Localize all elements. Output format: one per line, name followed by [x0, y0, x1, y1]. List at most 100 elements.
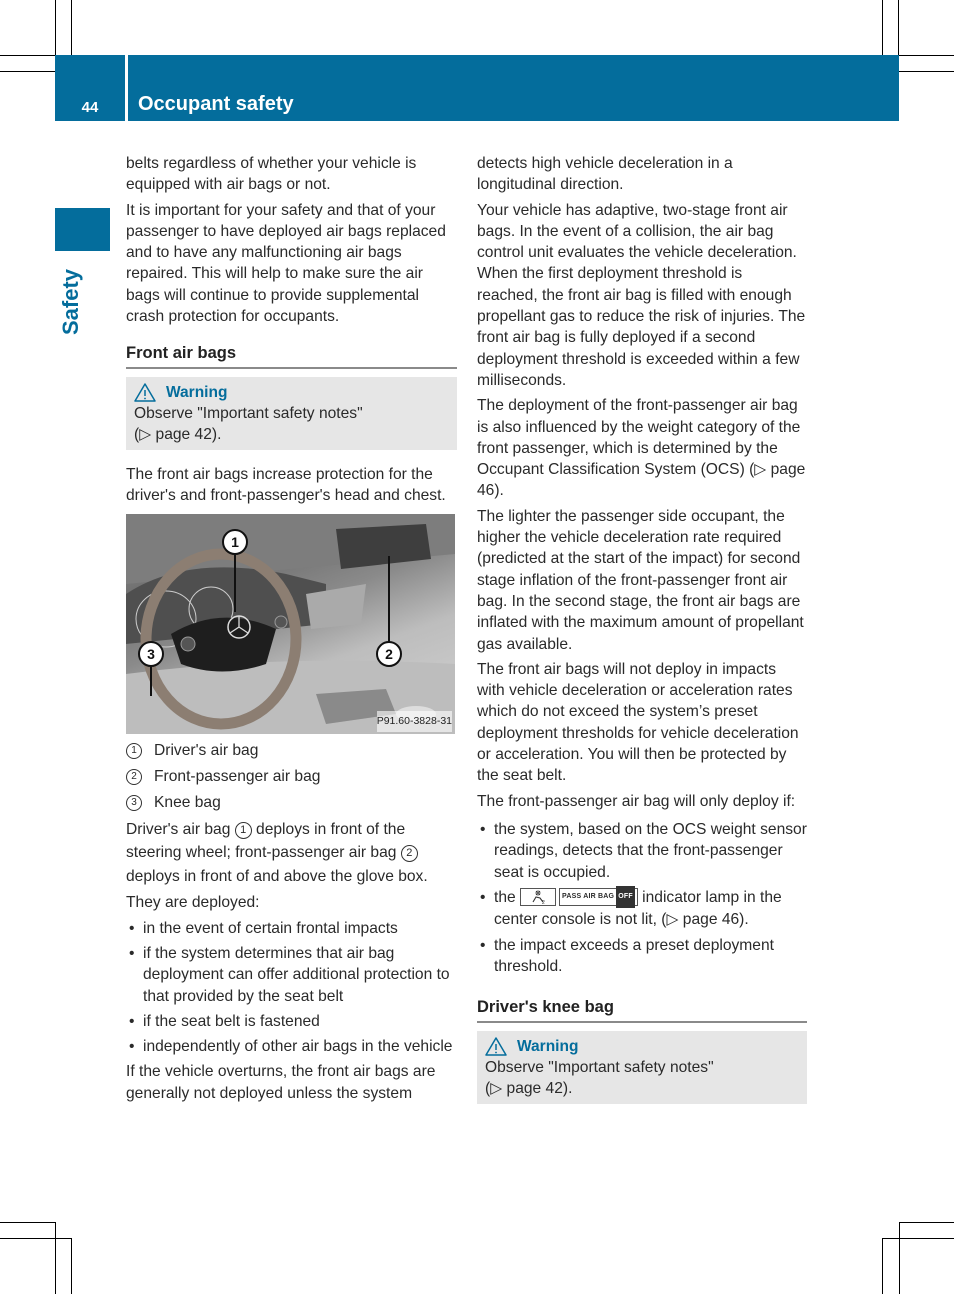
bullet: •: [129, 1038, 135, 1056]
crop-mark: [0, 71, 55, 72]
list-item-text: independently of other air bags in the v…: [143, 1038, 453, 1056]
figure-code: P91.60-3828-31: [376, 710, 452, 733]
callout-leader-line: [150, 666, 152, 697]
crop-mark: [0, 55, 55, 56]
paragraph: belts regardless of whether your vehicle…: [126, 155, 417, 194]
text: Driver's air bag: [126, 820, 235, 838]
callout-leader-line: [234, 552, 236, 613]
bullet-list: • in the event of certain frontal impacts…: [126, 918, 457, 1058]
legend-label: Driver's air bag: [154, 742, 259, 760]
legend-number: 3: [126, 794, 142, 811]
page-reference-link[interactable]: (▷ page 42).: [134, 424, 449, 445]
list-item: • the impact exceeds a preset deployment …: [477, 935, 807, 978]
warning-header: Warning: [485, 1036, 799, 1057]
warning-title: Warning: [517, 1037, 579, 1055]
page-title: Occupant safety: [138, 93, 294, 115]
callout-3: 3: [138, 641, 164, 668]
reference-number: 1: [234, 821, 252, 839]
passenger-airbag-off-icon: 2: [520, 887, 557, 906]
crop-mark: [899, 1222, 900, 1294]
warning-triangle-icon: [134, 383, 156, 402]
page-header: 44 Occupant safety: [55, 55, 899, 121]
pass-air-bag-label: PASS AIR BAG OFF: [559, 885, 638, 908]
callout-leader-line: [388, 556, 390, 643]
crop-mark: [0, 1222, 55, 1223]
bullet: •: [480, 936, 486, 954]
list-item-text: the: [494, 888, 521, 906]
list-item-text: in the event of certain frontal impacts: [143, 919, 398, 937]
header-divider: [125, 55, 128, 121]
callout-1: 1: [222, 529, 248, 556]
paragraph: The front-passenger air bag will only de…: [477, 792, 796, 810]
warning-text: Observe "Important safety notes": [485, 1058, 714, 1076]
paragraph: They are deployed:: [126, 894, 260, 912]
warning-box: Warning Observe "Important safety notes"…: [126, 376, 457, 450]
list-item-text: if the system determines that air bag de…: [143, 944, 450, 1005]
paragraph: If the vehicle overturns, the front air …: [126, 1063, 436, 1102]
crop-mark: [55, 1222, 56, 1294]
side-tab-label: Safety: [58, 268, 83, 335]
paragraph: detects high vehicle deceleration in a l…: [477, 155, 733, 194]
list-item-text: the system, based on the OCS weight sens…: [494, 820, 807, 881]
list-item: • the 2 PASS AIR BAG OFF indicator lamp in …: [477, 885, 807, 931]
warning-header: Warning: [134, 382, 449, 403]
pass-air-bag-off-indicator: 2 PASS AIR BAG OFF: [520, 885, 638, 908]
paragraph: The front air bags will not deploy in im…: [477, 660, 799, 785]
paragraph: The lighter the passenger side occupant,…: [477, 507, 804, 653]
warning-box: Warning Observe "Important safety notes"…: [477, 1030, 807, 1104]
crop-mark: [898, 0, 899, 55]
list-item: • in the event of certain frontal impacts: [126, 918, 457, 939]
bullet: •: [129, 919, 135, 937]
dashboard-illustration: 1 2 3 P91.60-3828-31: [126, 514, 455, 735]
warning-text: Observe "Important safety notes": [134, 404, 363, 422]
reference-number: 2: [400, 845, 418, 863]
crop-mark: [55, 0, 56, 55]
svg-text:2: 2: [542, 900, 545, 905]
legend-item: 3 Knee bag: [126, 792, 457, 813]
legend-item: 1 Driver's air bag: [126, 740, 457, 761]
paragraph: The deployment of the front-passenger ai…: [477, 397, 806, 500]
crop-mark: [899, 71, 954, 72]
section-heading-front-air-bags: Front air bags: [126, 343, 457, 369]
legend-item: 2 Front-passenger air bag: [126, 766, 457, 787]
callout-2: 2: [376, 641, 402, 668]
list-item: • independently of other air bags in the …: [126, 1036, 457, 1057]
crop-mark: [899, 55, 954, 56]
bullet-list: • the system, based on the OCS weight sen…: [477, 819, 807, 977]
list-item: • the system, based on the OCS weight sen…: [477, 819, 807, 883]
bullet: •: [480, 888, 486, 906]
crop-mark: [882, 1238, 883, 1294]
section-heading-drivers-knee-bag: Driver's knee bag: [477, 997, 807, 1023]
crop-mark: [71, 1238, 72, 1294]
crop-mark: [71, 0, 72, 55]
crop-mark: [0, 1238, 71, 1239]
legend-number: 1: [126, 743, 142, 760]
crop-mark: [899, 1222, 954, 1223]
paragraph: The front air bags increase protection f…: [126, 465, 446, 504]
crop-mark: [882, 0, 883, 55]
right-column: detects high vehicle deceleration in a l…: [477, 153, 807, 1118]
paragraph: It is important for your safety and that…: [126, 201, 446, 326]
list-item-text: if the seat belt is fastened: [143, 1012, 320, 1030]
page-reference-link[interactable]: (▷ page 42).: [485, 1078, 799, 1099]
pass-air-bag-text: PASS AIR BAG: [562, 892, 615, 900]
dashboard-image: [126, 514, 455, 735]
text: deploys in front of and above the glove …: [126, 867, 428, 885]
legend-label: Front-passenger air bag: [154, 768, 321, 786]
page-number: 44: [81, 99, 99, 116]
list-item: • if the system determines that air bag d…: [126, 943, 457, 1007]
paragraph: Driver's air bag 1 deploys in front of t…: [126, 818, 457, 889]
legend-number: 2: [126, 769, 142, 786]
side-tab-block: [55, 208, 110, 251]
list-item: • if the seat belt is fastened: [126, 1011, 457, 1032]
bullet: •: [129, 1012, 135, 1030]
warning-triangle-icon: [485, 1037, 507, 1056]
off-label: OFF: [616, 885, 635, 908]
bullet: •: [480, 820, 486, 838]
crop-mark: [882, 1238, 954, 1239]
bullet: •: [129, 944, 135, 962]
paragraph: Your vehicle has adaptive, two-stage fro…: [477, 201, 806, 389]
list-item-text: the impact exceeds a preset deployment t…: [494, 936, 774, 976]
left-column: belts regardless of whether your vehicle…: [126, 153, 457, 1108]
legend-label: Knee bag: [154, 793, 221, 811]
